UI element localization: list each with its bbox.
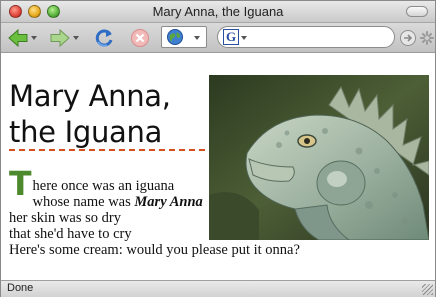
poem-line-4: that she'd have to cry — [9, 226, 132, 242]
forward-history-arrow[interactable] — [73, 36, 79, 40]
window-title: Mary Anna, the Iguana — [152, 4, 284, 19]
spinner-icon — [420, 31, 434, 45]
forward-icon — [50, 28, 70, 48]
go-button[interactable] — [399, 26, 417, 50]
status-bar: Done — [1, 280, 435, 297]
poem: T here once was an iguana whose name was… — [9, 164, 429, 258]
site-menu-arrow[interactable] — [194, 36, 200, 40]
poem-drop-cap: T — [9, 164, 32, 203]
poem-name-emphasis: Mary Anna — [134, 194, 203, 210]
poem-line-3: her skin was so dry — [9, 210, 121, 226]
title-bar: Mary Anna, the Iguana — [1, 1, 435, 23]
heading-line-1: Mary Anna, — [9, 79, 171, 113]
activity-throbber — [420, 26, 434, 50]
stop-button[interactable] — [130, 26, 150, 50]
reload-icon — [95, 29, 113, 47]
poem-line-2-text: whose name was — [32, 194, 135, 210]
status-text: Done — [7, 282, 34, 294]
go-icon — [400, 30, 416, 46]
back-icon — [8, 28, 28, 48]
page-content: Mary Anna, the Iguana T here once was an… — [1, 54, 435, 280]
heading-divider — [9, 149, 205, 151]
globe-icon — [167, 29, 183, 45]
poem-line-5: Here's some cream: would you please put … — [9, 242, 300, 258]
search-engine-menu-arrow[interactable] — [241, 36, 247, 40]
browser-window: Mary Anna, the Iguana G Mary Anna, the I… — [0, 0, 436, 297]
navigation-toolbar: G — [1, 23, 435, 53]
heading-line-2: the Iguana — [9, 115, 163, 149]
forward-button[interactable] — [49, 26, 79, 50]
back-button[interactable] — [7, 26, 37, 50]
page-heading: Mary Anna, the Iguana — [9, 78, 209, 150]
resize-grip[interactable] — [422, 284, 433, 295]
poem-line-2: whose name was Mary Anna — [9, 194, 429, 210]
reload-button[interactable] — [93, 26, 115, 50]
search-engine-logo[interactable]: G — [223, 29, 239, 45]
site-identity-button[interactable] — [161, 26, 207, 48]
search-field[interactable]: G — [217, 26, 395, 48]
back-history-arrow[interactable] — [31, 36, 37, 40]
poem-line-1: here once was an iguana — [32, 178, 175, 194]
stop-icon — [131, 29, 149, 47]
toolbar-toggle-button[interactable] — [406, 6, 428, 17]
